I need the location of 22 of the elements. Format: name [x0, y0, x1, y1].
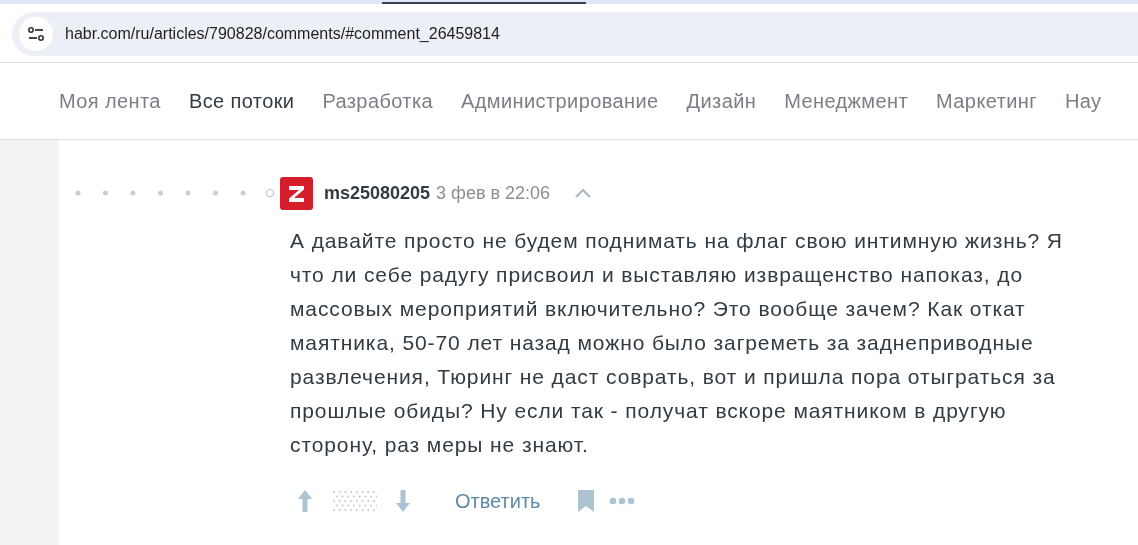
- comment-text: А давайте просто не будем поднимать на флаг свою интимную жизнь? Я что ли себе радугу присвоил и выставляю извращенство напоказ, до массовых мероприятий включительно? Это вообще зачем? Как откат маятника, 50-70 лет назад можно было загреметь за заднеприводные развлечения, Тюринг не даст соврать, вот и пришла пора отыграться за прошлые обиды? Ну если так - получат вскоре маятником в другую сторону, раз меры не знают.: [290, 228, 1064, 458]
- nav-link[interactable]: Менеджмент: [784, 89, 909, 113]
- site-settings-icon[interactable]: [19, 17, 53, 51]
- nav-link[interactable]: Маркетинг: [936, 89, 1037, 113]
- nav-link[interactable]: Администрирование: [461, 89, 659, 113]
- url-text: habr.com/ru/articles/790828/comments/#comment_26459814: [65, 25, 500, 43]
- address-bar[interactable]: habr.com/ru/articles/790828/comments/#comment_26459814: [12, 12, 1138, 56]
- upvote-icon[interactable]: [297, 489, 313, 513]
- author-name[interactable]: ms25080205: [324, 182, 431, 204]
- nav-link[interactable]: Все потоки: [188, 89, 295, 113]
- hidden-rating-drawing: [331, 489, 377, 513]
- nav-link[interactable]: Дизайн: [686, 89, 757, 113]
- bookmark-icon[interactable]: [576, 489, 595, 513]
- comment-time[interactable]: 3 фев в 22:06: [436, 182, 551, 204]
- downvote-icon[interactable]: [395, 489, 411, 513]
- avatar-icon[interactable]: [280, 176, 313, 210]
- nav-link[interactable]: Разработка: [322, 89, 434, 113]
- nav-link[interactable]: Нау: [1064, 89, 1102, 113]
- more-icon[interactable]: [608, 497, 635, 505]
- chevron-up-icon[interactable]: [574, 187, 593, 199]
- nav-link[interactable]: Моя лента: [59, 89, 161, 113]
- reply-button[interactable]: Ответить: [455, 489, 541, 513]
